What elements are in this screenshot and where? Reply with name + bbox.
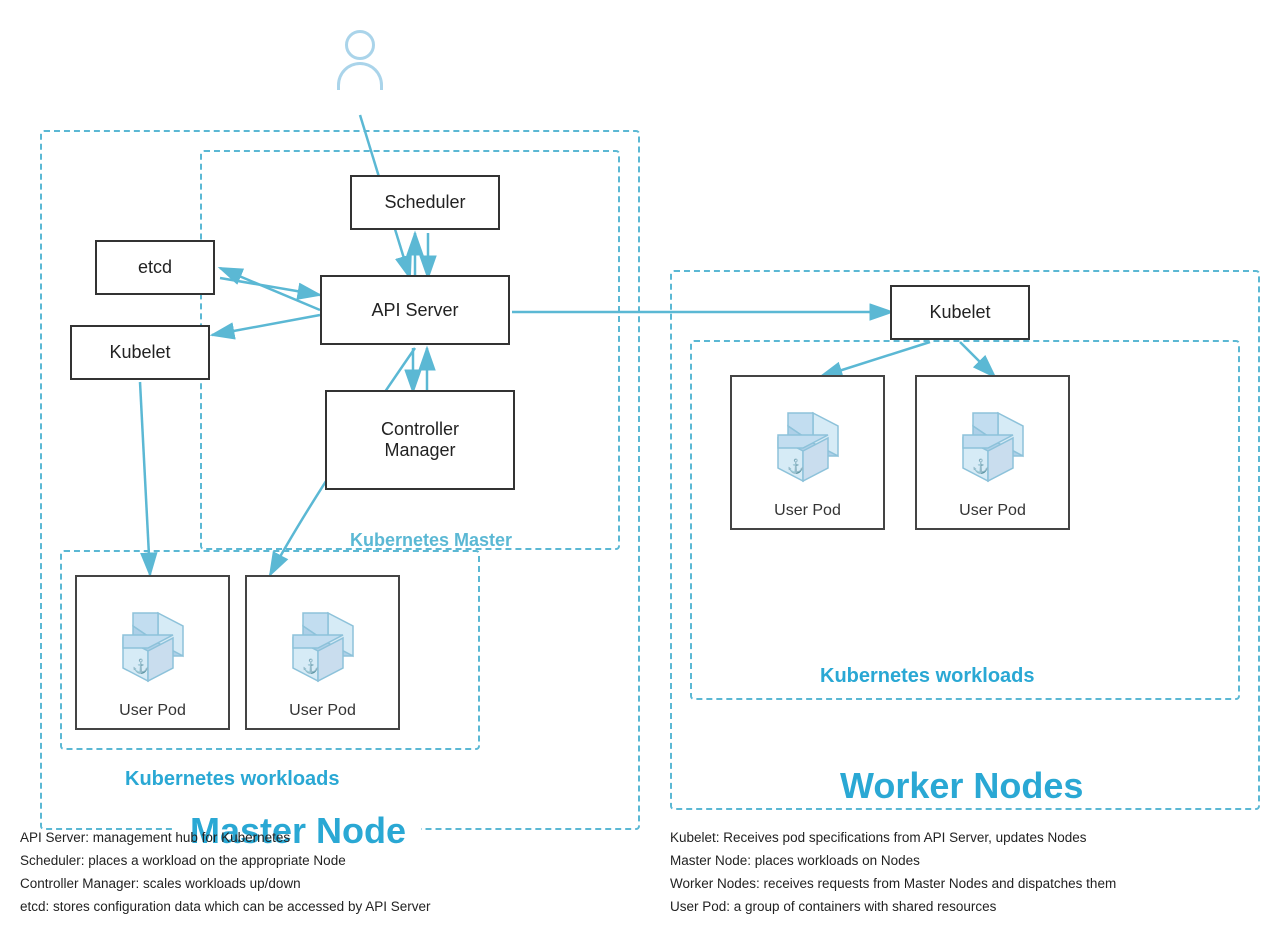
pod-worker-2-label: User Pod: [959, 502, 1026, 520]
scheduler-label: Scheduler: [384, 192, 465, 213]
footer-legend: API Server: management hub for Kubernete…: [20, 827, 1260, 919]
user-body-icon: [337, 62, 383, 90]
pod-master-1-icon: ⚓: [103, 598, 203, 698]
legend-left-line2: Scheduler: places a workload on the appr…: [20, 850, 610, 873]
legend-left: API Server: management hub for Kubernete…: [20, 827, 610, 919]
svg-text:⚓: ⚓: [132, 658, 149, 675]
k8s-workloads-worker-label: Kubernetes workloads: [820, 665, 1035, 688]
legend-right-line2: Master Node: places workloads on Nodes: [670, 850, 1260, 873]
legend-left-line3: Controller Manager: scales workloads up/…: [20, 873, 610, 896]
legend-right-line1: Kubelet: Receives pod specifications fro…: [670, 827, 1260, 850]
pod-master-1-label: User Pod: [119, 702, 186, 720]
legend-left-line4: etcd: stores configuration data which ca…: [20, 896, 610, 919]
legend-right-line4: User Pod: a group of containers with sha…: [670, 896, 1260, 919]
scheduler-box: Scheduler: [350, 175, 500, 230]
user-icon: [330, 30, 390, 100]
pod-master-1: ⚓ User Pod: [75, 575, 230, 730]
pod-worker-2-icon: ⚓: [943, 398, 1043, 498]
etcd-box: etcd: [95, 240, 215, 295]
kubelet-master-label: Kubelet: [109, 342, 170, 363]
controller-manager-label: Controller Manager: [381, 419, 459, 461]
pod-master-2-icon: ⚓: [273, 598, 373, 698]
controller-manager-box: Controller Manager: [325, 390, 515, 490]
worker-nodes-label: Worker Nodes: [840, 765, 1083, 807]
pod-worker-2: ⚓ User Pod: [915, 375, 1070, 530]
legend-left-line1: API Server: management hub for Kubernete…: [20, 827, 610, 850]
kubelet-master-box: Kubelet: [70, 325, 210, 380]
etcd-label: etcd: [138, 257, 172, 278]
api-server-label: API Server: [371, 300, 458, 321]
pod-master-2: ⚓ User Pod: [245, 575, 400, 730]
diagram-area: Scheduler API Server Controller Manager …: [20, 20, 1260, 809]
kubelet-worker-box: Kubelet: [890, 285, 1030, 340]
kubelet-worker-label: Kubelet: [929, 302, 990, 323]
pod-master-2-label: User Pod: [289, 702, 356, 720]
k8s-workloads-master-label: Kubernetes workloads: [125, 768, 340, 791]
svg-text:⚓: ⚓: [302, 658, 319, 675]
svg-text:⚓: ⚓: [972, 458, 989, 475]
svg-text:⚓: ⚓: [787, 458, 804, 475]
pod-worker-1-icon: ⚓: [758, 398, 858, 498]
pod-worker-1-label: User Pod: [774, 502, 841, 520]
legend-right: Kubelet: Receives pod specifications fro…: [670, 827, 1260, 919]
api-server-box: API Server: [320, 275, 510, 345]
user-head-icon: [345, 30, 375, 60]
legend-right-line3: Worker Nodes: receives requests from Mas…: [670, 873, 1260, 896]
pod-worker-1: ⚓ User Pod: [730, 375, 885, 530]
k8s-master-label: Kubernetes Master: [350, 530, 512, 551]
